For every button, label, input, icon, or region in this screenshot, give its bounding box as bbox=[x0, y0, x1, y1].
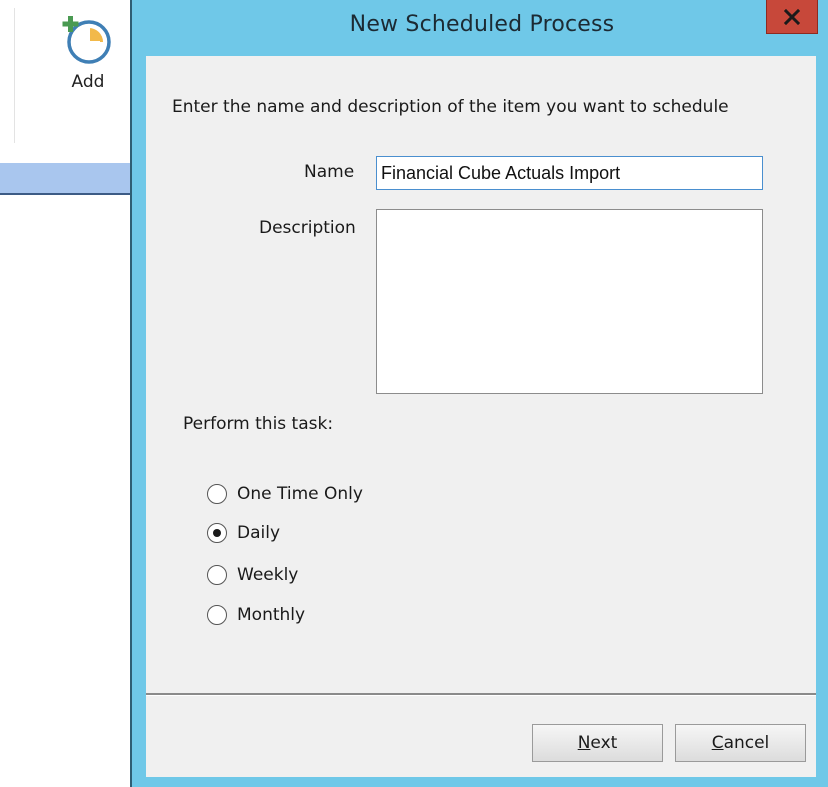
radio-label: Daily bbox=[237, 523, 281, 543]
close-x-icon bbox=[784, 8, 800, 25]
add-label: Add bbox=[71, 72, 105, 92]
radio-one-time-only[interactable]: One Time Only bbox=[207, 482, 363, 506]
clock-with-plus-icon bbox=[62, 16, 111, 64]
instruction-text: Enter the name and description of the it… bbox=[172, 97, 729, 117]
next-button[interactable]: Next bbox=[532, 724, 663, 762]
cancel-mnemonic: C bbox=[711, 733, 724, 753]
footer-separator bbox=[146, 693, 816, 696]
name-label: Name bbox=[304, 162, 355, 182]
perform-task-label: Perform this task: bbox=[183, 414, 334, 434]
radio-button-circle[interactable] bbox=[207, 484, 227, 504]
close-button[interactable] bbox=[766, 0, 818, 34]
ribbon-panel: Add bbox=[0, 0, 130, 787]
radio-button-circle[interactable] bbox=[207, 605, 227, 625]
dialog-title: New Scheduled Process bbox=[349, 12, 615, 37]
radio-label: Monthly bbox=[237, 605, 306, 625]
radio-monthly[interactable]: Monthly bbox=[207, 603, 305, 627]
description-textarea[interactable] bbox=[376, 209, 763, 394]
next-mnemonic: N bbox=[577, 733, 591, 753]
add-button[interactable]: Add bbox=[45, 14, 131, 104]
radio-label: One Time Only bbox=[237, 484, 363, 504]
name-input[interactable] bbox=[376, 156, 763, 190]
radio-button-circle[interactable] bbox=[207, 565, 227, 585]
cancel-label-rest: ancel bbox=[723, 733, 770, 753]
radio-label: Weekly bbox=[237, 565, 299, 585]
radio-weekly[interactable]: Weekly bbox=[207, 563, 298, 587]
ribbon-selected-row bbox=[0, 163, 130, 195]
description-label: Description bbox=[259, 218, 356, 238]
new-scheduled-process-dialog: New Scheduled Process Enter the name and… bbox=[130, 0, 828, 787]
radio-daily[interactable]: Daily bbox=[207, 521, 280, 545]
cancel-button[interactable]: Cancel bbox=[675, 724, 806, 762]
radio-button-circle[interactable] bbox=[207, 523, 227, 543]
dialog-client-area: Enter the name and description of the it… bbox=[146, 56, 816, 777]
next-label-rest: ext bbox=[590, 733, 618, 753]
ribbon-group: Add bbox=[14, 8, 131, 143]
